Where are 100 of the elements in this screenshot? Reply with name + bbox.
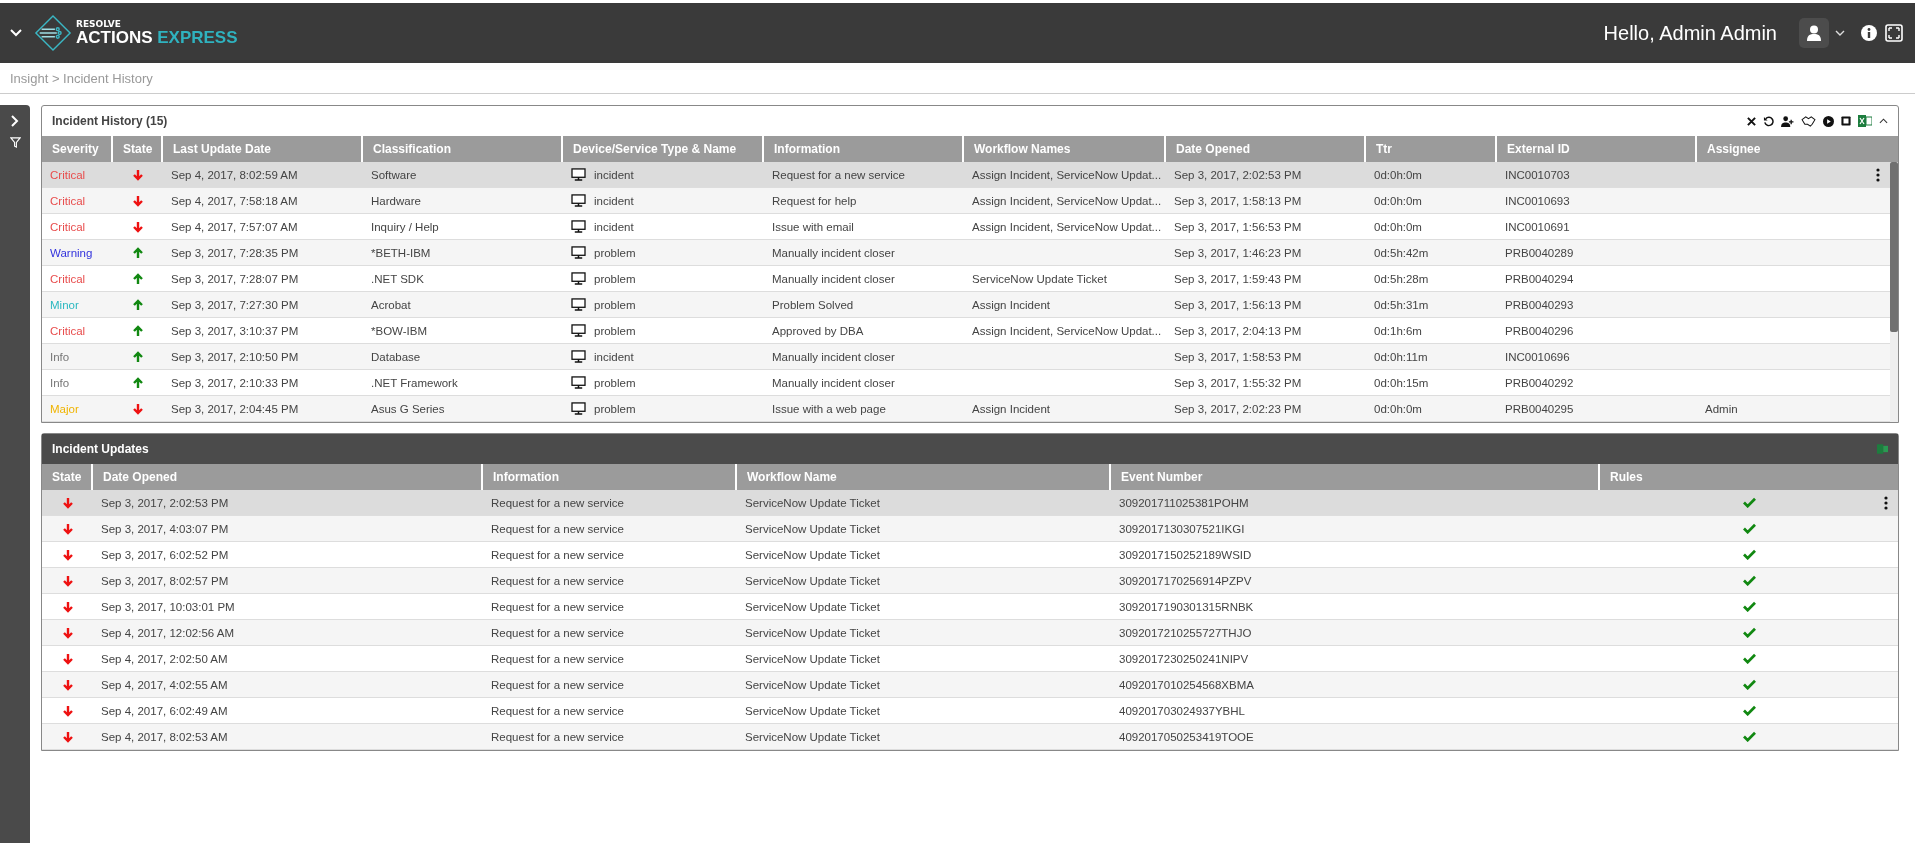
table-cell: Request for a new service xyxy=(491,574,624,587)
table-row[interactable]: Minor Sep 3, 2017, 7:27:30 PM Acrobat problem Problem Solved Assign Incident Sep 3, 2017, 1:56:13 PM 0d:5h:31m PRB0040293 xyxy=(42,292,1890,318)
arrow-up-icon xyxy=(132,350,144,363)
table-cell: Sep 3, 2017, 1:58:13 PM xyxy=(1174,194,1302,207)
collapse-icon[interactable] xyxy=(1879,118,1888,124)
table-cell: Sep 4, 2017, 7:57:07 AM xyxy=(171,220,298,233)
table-cell: .NET Framework xyxy=(371,376,458,389)
arrow-down-icon xyxy=(61,626,74,639)
table-cell: Request for a new service xyxy=(491,548,624,561)
arrow-down-icon xyxy=(61,522,74,535)
table-cell: Sep 3, 2017, 7:28:35 PM xyxy=(171,246,299,259)
arrow-down-icon xyxy=(61,574,74,587)
table-row[interactable]: Warning Sep 3, 2017, 7:28:35 PM *BETH-IBM problem Manually incident closer Sep 3, 2017, 1:46:23 PM 0d:5h:42m PRB0040289 xyxy=(42,240,1890,266)
table-row[interactable]: Critical Sep 4, 2017, 8:02:59 AM Software incident Request for a new service Assign Incident, ServiceNow Updat... Sep 3, 2017, 2:02:53 PM 0d:0h:0m INC0010703 xyxy=(42,162,1890,188)
arrow-down-icon xyxy=(132,220,144,233)
table-cell: Sep 3, 2017, 2:02:53 PM xyxy=(1174,168,1302,181)
severity-text: Info xyxy=(50,376,70,389)
more-icon[interactable] xyxy=(1876,167,1880,182)
table-cell: problem xyxy=(594,272,636,285)
table-cell: Issue with email xyxy=(772,220,854,233)
table-cell: Sep 3, 2017, 1:59:43 PM xyxy=(1174,272,1302,285)
table-cell: problem xyxy=(594,246,636,259)
table-cell: ServiceNow Update Ticket xyxy=(745,496,880,509)
fullscreen-icon[interactable] xyxy=(1885,24,1903,42)
table-cell: Sep 3, 2017, 10:03:01 PM xyxy=(101,600,235,613)
table-cell: 4092017050253419TOOE xyxy=(1119,730,1254,743)
filter-icon[interactable] xyxy=(9,137,21,148)
table-cell: Sep 3, 2017, 1:55:32 PM xyxy=(1174,376,1302,389)
table-row[interactable]: Major Sep 3, 2017, 2:04:45 PM Asus G Series problem Issue with a web page Assign Incident Sep 3, 2017, 2:02:23 PM 0d:0h:0m PRB0040295 Admin xyxy=(42,396,1890,422)
table-cell: INC0010703 xyxy=(1505,168,1570,181)
table-cell: PRB0040296 xyxy=(1505,324,1574,337)
monitor-icon xyxy=(571,376,586,389)
play-icon[interactable] xyxy=(1823,115,1834,127)
table-cell: Sep 3, 2017, 4:03:07 PM xyxy=(101,522,229,535)
table-cell: PRB0040295 xyxy=(1505,402,1574,415)
monitor-icon xyxy=(571,168,586,181)
table-cell: Sep 3, 2017, 1:56:13 PM xyxy=(1174,298,1302,311)
table-cell: 0d:5h:31m xyxy=(1374,298,1429,311)
table-cell: 0d:0h:15m xyxy=(1374,376,1429,389)
table-cell: Manually incident closer xyxy=(772,376,895,389)
table-row[interactable]: Info Sep 3, 2017, 2:10:50 PM Database incident Manually incident closer Sep 3, 2017, 1:58:53 PM 0d:0h:11m INC0010696 xyxy=(42,344,1890,370)
severity-text: Critical xyxy=(50,220,86,233)
severity-text: Major xyxy=(50,402,79,415)
table-cell: ServiceNow Update Ticket xyxy=(745,730,880,743)
monitor-icon xyxy=(571,350,586,363)
table-row[interactable]: Sep 3, 2017, 4:03:07 PM Request for a new service ServiceNow Update Ticket 3092017130307521IKGI xyxy=(42,516,1898,542)
table-row[interactable]: Critical Sep 4, 2017, 7:58:18 AM Hardware incident Request for help Assign Incident, ServiceNow Updat... Sep 3, 2017, 1:58:13 PM 0d:0h:0m INC0010693 xyxy=(42,188,1890,214)
table-cell: problem xyxy=(594,324,636,337)
table-row[interactable]: Sep 4, 2017, 4:02:55 AM Request for a new service ServiceNow Update Ticket 4092017010254568XBMA xyxy=(42,672,1898,698)
panel-title: Incident Updates xyxy=(52,442,149,456)
table-cell: Sep 3, 2017, 6:02:52 PM xyxy=(101,548,229,561)
table-cell: ServiceNow Update Ticket xyxy=(745,652,880,665)
table-cell: Sep 3, 2017, 1:58:53 PM xyxy=(1174,350,1302,363)
table-cell: Manually incident closer xyxy=(772,350,895,363)
table-row[interactable]: Sep 3, 2017, 8:02:57 PM Request for a new service ServiceNow Update Ticket 3092017170256914PZPV xyxy=(42,568,1898,594)
severity-text: Warning xyxy=(50,246,93,259)
table-cell: Inquiry / Help xyxy=(371,220,439,233)
table-cell: Software xyxy=(371,168,417,181)
table-cell: Problem Solved xyxy=(772,298,854,311)
table-cell: 3092017130307521IKGI xyxy=(1119,522,1245,535)
chevron-down-icon[interactable] xyxy=(1835,30,1845,36)
arrow-down-icon xyxy=(61,730,74,743)
add-user-icon[interactable] xyxy=(1781,115,1794,127)
severity-text: Critical xyxy=(50,272,86,285)
table-cell: Assign Incident, ServiceNow Updat... xyxy=(972,194,1162,207)
table-cell: Sep 3, 2017, 2:10:50 PM xyxy=(171,350,299,363)
table-row[interactable]: Sep 3, 2017, 2:02:53 PM Request for a new service ServiceNow Update Ticket 309201711025381POHM xyxy=(42,490,1898,516)
info-icon[interactable] xyxy=(1861,25,1877,41)
report-icon[interactable] xyxy=(1841,116,1851,126)
user-icon xyxy=(1807,25,1821,41)
logo-text: RESOLVE xyxy=(76,20,122,29)
table-cell: incident xyxy=(594,168,634,181)
table-row[interactable]: Sep 4, 2017, 12:02:56 AM Request for a new service ServiceNow Update Ticket 3092017210255727THJO xyxy=(42,620,1898,646)
panel-title: Incident History (15) xyxy=(52,114,168,128)
refresh-icon[interactable] xyxy=(1763,115,1774,127)
table-cell: 4092017010254568XBMA xyxy=(1119,678,1254,691)
monitor-icon xyxy=(571,194,586,207)
table-cell: ServiceNow Update Ticket xyxy=(745,600,880,613)
arrow-down-icon xyxy=(61,600,74,613)
arrow-up-icon xyxy=(132,376,144,389)
user-menu-button[interactable] xyxy=(1799,18,1829,48)
table-cell: 3092017150252189WSID xyxy=(1119,548,1252,561)
severity-text: Critical xyxy=(50,194,86,207)
arrow-up-icon xyxy=(132,324,144,337)
scrollbar-thumb[interactable] xyxy=(1890,162,1898,332)
table-cell: Request for help xyxy=(772,194,857,207)
table-cell: Request for a new service xyxy=(491,522,624,535)
table-cell: Assign Incident, ServiceNow Updat... xyxy=(972,324,1162,337)
chevron-right-icon[interactable] xyxy=(11,115,19,127)
table-cell: INC0010696 xyxy=(1505,350,1570,363)
table-row[interactable]: Sep 4, 2017, 8:02:53 AM Request for a new service ServiceNow Update Ticket 4092017050253419TOOE xyxy=(42,724,1898,750)
table-cell: Request for a new service xyxy=(491,626,624,639)
close-icon[interactable] xyxy=(1747,116,1756,126)
table-cell: Assign Incident, ServiceNow Updat... xyxy=(972,220,1162,233)
table-cell: Sep 3, 2017, 1:46:23 PM xyxy=(1174,246,1302,259)
more-icon[interactable] xyxy=(1884,495,1888,510)
table-cell: 3092017190301315RNBK xyxy=(1119,600,1254,613)
table-cell: INC0010691 xyxy=(1505,220,1570,233)
arrow-down-icon xyxy=(61,496,74,509)
table-cell: *BOW-IBM xyxy=(371,324,427,337)
